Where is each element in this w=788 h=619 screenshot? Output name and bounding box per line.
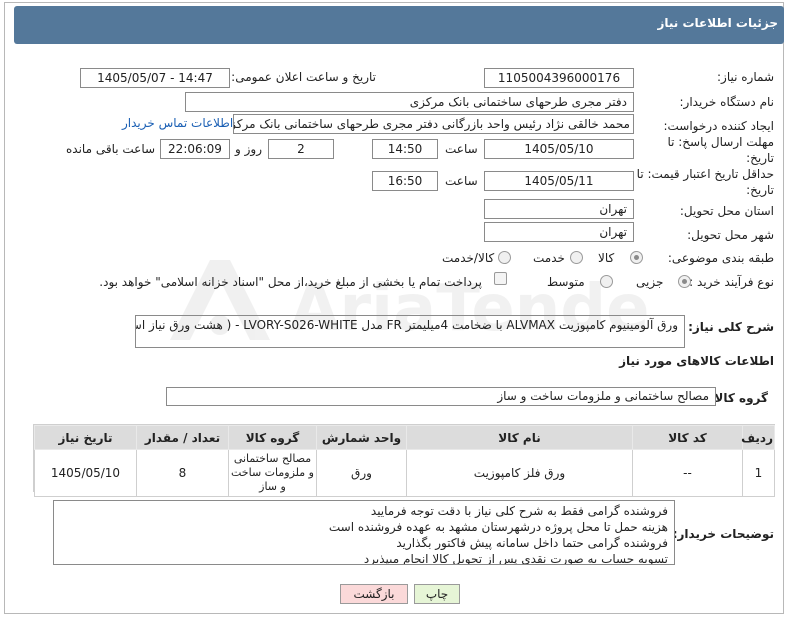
- price-validity-label: حداقل تاریخ اعتبار قیمت: تا تاریخ:: [636, 167, 774, 197]
- table-cell: ورق فلز کامپوزیت: [406, 449, 633, 497]
- table-cell: ورق: [316, 449, 407, 497]
- city-field: تهران: [484, 222, 634, 242]
- buyer-contact-link[interactable]: اطلاعات تماس خریدار: [122, 116, 233, 130]
- column-header: نام کالا: [406, 425, 633, 450]
- deadline-days-label: روز و: [235, 142, 262, 156]
- process-type-label: نوع فرآیند خرید :: [689, 275, 774, 289]
- table-cell: مصالح ساختمانی و ملزومات ساخت و ساز: [228, 449, 317, 497]
- category-radio-goods-service[interactable]: [498, 251, 511, 264]
- category-radio-goods[interactable]: [630, 251, 643, 264]
- requester-field: محمد خالقی نژاد رئیس واحد بازرگانی دفتر …: [233, 114, 634, 134]
- province-field: تهران: [484, 199, 634, 219]
- requester-label: ایجاد کننده درخواست:: [663, 119, 774, 133]
- treasury-payment-checkbox[interactable]: [494, 272, 507, 285]
- process-radio-medium[interactable]: [600, 275, 613, 288]
- print-button[interactable]: چاپ: [414, 584, 460, 604]
- category-option-goods-service: کالا/خدمت: [442, 251, 495, 265]
- table-cell: 1: [742, 449, 775, 497]
- deadline-time-field: 14:50: [372, 139, 438, 159]
- goods-group-field: مصالح ساختمانی و ملزومات ساخت و ساز: [166, 387, 716, 406]
- deadline-date-field: 1405/05/10: [484, 139, 634, 159]
- need-number-field: 1105004396000176: [484, 68, 634, 88]
- column-header: تاریخ نیاز: [34, 425, 137, 450]
- table-cell: 8: [136, 449, 229, 497]
- process-option-medium: متوسط: [547, 275, 585, 289]
- items-table-container: ردیف کد کالا نام کالا واحد شمارش گروه کا…: [33, 424, 775, 497]
- buyer-notes-field: فروشنده گرامی فقط به شرح کلی نیاز با دقت…: [53, 500, 675, 565]
- announce-datetime-field: 1405/05/07 - 14:47: [80, 68, 230, 88]
- deadline-time-label: ساعت: [445, 142, 478, 156]
- column-header: تعداد / مقدار: [136, 425, 229, 450]
- column-header: ردیف: [741, 425, 775, 450]
- goods-section-title: اطلاعات کالاهای مورد نیاز: [619, 354, 774, 368]
- page-header: جزئیات اطلاعات نیاز: [14, 6, 784, 44]
- items-table: ردیف کد کالا نام کالا واحد شمارش گروه کا…: [34, 425, 775, 497]
- note-line: تسویه حساب به صورت نقدی پس از تحویل کالا…: [363, 552, 668, 565]
- process-option-minor: جزیی: [636, 275, 664, 289]
- table-cell: 1405/05/10: [34, 449, 137, 497]
- column-header: کد کالا: [632, 425, 743, 450]
- announce-datetime-label: تاریخ و ساعت اعلان عمومی:: [231, 70, 376, 84]
- note-line: فروشنده گرامی حتما داخل سامانه پیش فاکتو…: [396, 536, 668, 550]
- category-option-goods: کالا: [598, 251, 615, 265]
- description-field: ورق آلومینیوم کامپوزیت ALVMAX با ضخامت 4…: [135, 315, 685, 348]
- treasury-payment-note: پرداخت تمام یا بخشی از مبلغ خرید،از محل …: [99, 275, 482, 289]
- column-header: گروه کالا: [228, 425, 317, 450]
- page-title: جزئیات اطلاعات نیاز: [657, 16, 778, 30]
- description-label: شرح کلی نیاز:: [688, 320, 774, 334]
- table-row: 1 -- ورق فلز کامپوزیت ورق مصالح ساختمانی…: [34, 449, 775, 497]
- province-label: استان محل تحویل:: [679, 204, 774, 218]
- need-number-label: شماره نیاز:: [717, 70, 774, 84]
- deadline-label: مهلت ارسال پاسخ: تا تاریخ:: [667, 135, 774, 165]
- category-label: طبقه بندی موضوعی:: [667, 251, 774, 265]
- city-label: شهر محل تحویل:: [687, 228, 774, 242]
- table-cell: --: [632, 449, 743, 497]
- category-radio-service[interactable]: [570, 251, 583, 264]
- note-line: فروشنده گرامی فقط به شرح کلی نیاز با دقت…: [370, 504, 668, 518]
- buyer-notes-label: توضیحات خریدار:: [672, 527, 774, 541]
- goods-group-label: گروه کالا:: [709, 391, 768, 405]
- buyer-org-label: نام دستگاه خریدار:: [679, 95, 775, 109]
- note-line: هزینه حمل تا محل پروژه درشهرستان مشهد به…: [328, 520, 668, 534]
- remaining-time-field: 22:06:09: [160, 139, 230, 159]
- remaining-time-label: ساعت باقی مانده: [66, 142, 156, 156]
- process-radio-minor[interactable]: [678, 275, 691, 288]
- price-validity-time-field: 16:50: [372, 171, 438, 191]
- price-validity-time-label: ساعت: [445, 174, 478, 188]
- back-button[interactable]: بازگشت: [340, 584, 408, 604]
- buyer-org-field: دفتر مجری طرحهای ساختمانی بانک مرکزی: [185, 92, 634, 112]
- category-option-service: خدمت: [533, 251, 565, 265]
- table-header-row: ردیف کد کالا نام کالا واحد شمارش گروه کا…: [34, 425, 775, 450]
- column-header: واحد شمارش: [316, 425, 407, 450]
- deadline-days-field: 2: [268, 139, 334, 159]
- price-validity-date-field: 1405/05/11: [484, 171, 634, 191]
